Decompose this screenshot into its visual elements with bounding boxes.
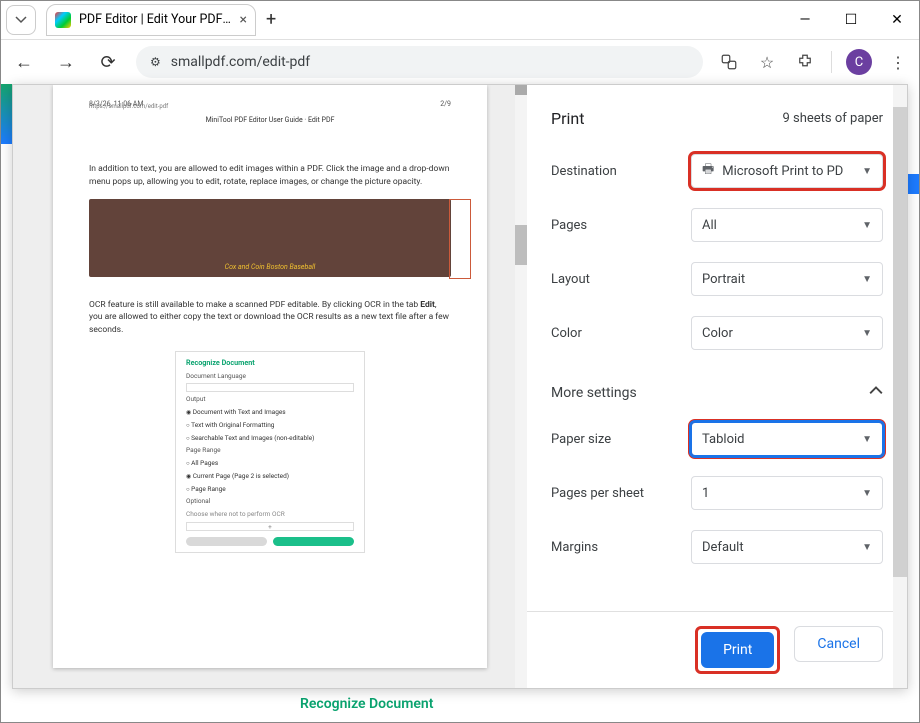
preview-scrollbar[interactable] [515,85,527,688]
preview-header-url: https://smallpdf.com/edit-pdf [89,102,451,111]
paper-size-select[interactable]: Tabloid ▼ [691,422,883,456]
layout-label: Layout [551,272,691,287]
margins-label: Margins [551,540,691,555]
dropdown-caret-icon: ▼ [862,328,872,339]
paper-size-label: Paper size [551,432,691,447]
color-value: Color [702,326,733,341]
url-text: smallpdf.com/edit-pdf [171,54,310,70]
print-button-highlight: Print [695,626,780,674]
translate-icon[interactable] [717,50,741,74]
preview-image-caption: Cox and Coin Boston Baseball [225,262,316,273]
dropdown-caret-icon: ▼ [862,434,872,445]
more-settings-label: More settings [551,385,637,401]
pages-per-sheet-select[interactable]: 1 ▼ [691,476,883,510]
sheet-count: 9 sheets of paper [782,111,883,126]
close-window-button[interactable]: ✕ [874,0,920,40]
print-title: Print [551,109,584,128]
site-favicon-icon [55,12,71,28]
preview-image-band: Cox and Coin Boston Baseball [89,199,451,277]
preview-paragraph-2: OCR feature is still available to make a… [89,299,451,337]
pages-per-sheet-field: Pages per sheet 1 ▼ [551,466,883,520]
destination-field: Destination 🖶 Microsoft Print to PD ▼ [551,144,883,198]
underlying-app-edge [908,84,920,194]
profile-avatar[interactable]: C [846,49,872,75]
print-dialog: 8/3/26, 11:06 AM 2/9 https://smallpdf.co… [12,84,908,689]
back-button[interactable]: ← [10,48,38,76]
underlying-recognize-banner: Recognize Document [300,685,433,723]
pages-label: Pages [551,218,691,233]
tabs-dropdown-button[interactable] [6,5,36,35]
extensions-icon[interactable] [793,50,817,74]
reload-button[interactable]: ⟳ [94,48,122,76]
browser-toolbar: ← → ⟳ ⚙ smallpdf.com/edit-pdf ☆ C ⋮ [0,40,920,84]
dropdown-caret-icon: ▼ [862,166,872,177]
pages-per-sheet-value: 1 [702,486,709,501]
site-settings-icon[interactable]: ⚙ [150,55,161,69]
layout-select[interactable]: Portrait ▼ [691,262,883,296]
color-field: Color Color ▼ [551,306,883,360]
pages-value: All [702,218,717,233]
paper-size-field: Paper size Tabloid ▼ [551,412,883,466]
chrome-menu-button[interactable]: ⋮ [886,50,910,74]
layout-field: Layout Portrait ▼ [551,252,883,306]
margins-select[interactable]: Default ▼ [691,530,883,564]
window-controls: — ☐ ✕ [782,0,920,40]
dropdown-caret-icon: ▼ [862,542,872,553]
preview-page: 8/3/26, 11:06 AM 2/9 https://smallpdf.co… [53,85,487,668]
cancel-button[interactable]: Cancel [794,626,883,662]
address-bar[interactable]: ⚙ smallpdf.com/edit-pdf [136,46,703,78]
preview-doc-title: MiniTool PDF Editor User Guide · Edit PD… [89,115,451,126]
dropdown-caret-icon: ▼ [862,220,872,231]
margins-value: Default [702,540,744,555]
forward-button[interactable]: → [52,48,80,76]
preview-scroll-thumb[interactable] [515,225,527,265]
browser-tab[interactable]: PDF Editor | Edit Your PDFs with × [46,4,256,36]
layout-value: Portrait [702,272,745,287]
chevron-up-icon [869,384,883,402]
preview-ocr-modal: Recognize Document Document Language Out… [175,351,365,553]
minimize-button[interactable]: — [782,0,828,40]
destination-label: Destination [551,164,691,179]
printer-icon: 🖶 [702,160,714,182]
print-button[interactable]: Print [701,632,774,668]
destination-value: Microsoft Print to PD [722,164,843,179]
preview-scroll-up-indicator [515,85,527,95]
color-label: Color [551,326,691,341]
tab-close-button[interactable]: × [240,12,247,28]
dropdown-caret-icon: ▼ [862,274,872,285]
pages-field: Pages All ▼ [551,198,883,252]
page-content: Recognize Document 8/3/26, 11:06 AM 2/9 … [0,84,920,723]
print-preview-pane[interactable]: 8/3/26, 11:06 AM 2/9 https://smallpdf.co… [13,85,527,688]
chevron-down-icon [15,14,27,26]
preview-paragraph-1: In addition to text, you are allowed to … [89,163,451,189]
preview-header-page: 2/9 [440,99,451,110]
tab-title: PDF Editor | Edit Your PDFs with [79,12,232,27]
print-settings-pane: Print 9 sheets of paper Destination 🖶 Mi… [527,85,907,688]
paper-size-value: Tabloid [702,432,744,447]
pages-per-sheet-label: Pages per sheet [551,486,691,501]
more-settings-toggle[interactable]: More settings [551,360,883,412]
print-footer: Print Cancel [527,611,907,688]
bookmark-icon[interactable]: ☆ [755,50,779,74]
pages-select[interactable]: All ▼ [691,208,883,242]
maximize-button[interactable]: ☐ [828,0,874,40]
browser-titlebar: PDF Editor | Edit Your PDFs with × + — ☐… [0,0,920,40]
destination-select[interactable]: 🖶 Microsoft Print to PD ▼ [691,154,883,188]
margins-field: Margins Default ▼ [551,520,883,574]
dropdown-caret-icon: ▼ [862,488,872,499]
new-tab-button[interactable]: + [266,9,276,30]
print-header: Print 9 sheets of paper [527,85,907,136]
color-select[interactable]: Color ▼ [691,316,883,350]
